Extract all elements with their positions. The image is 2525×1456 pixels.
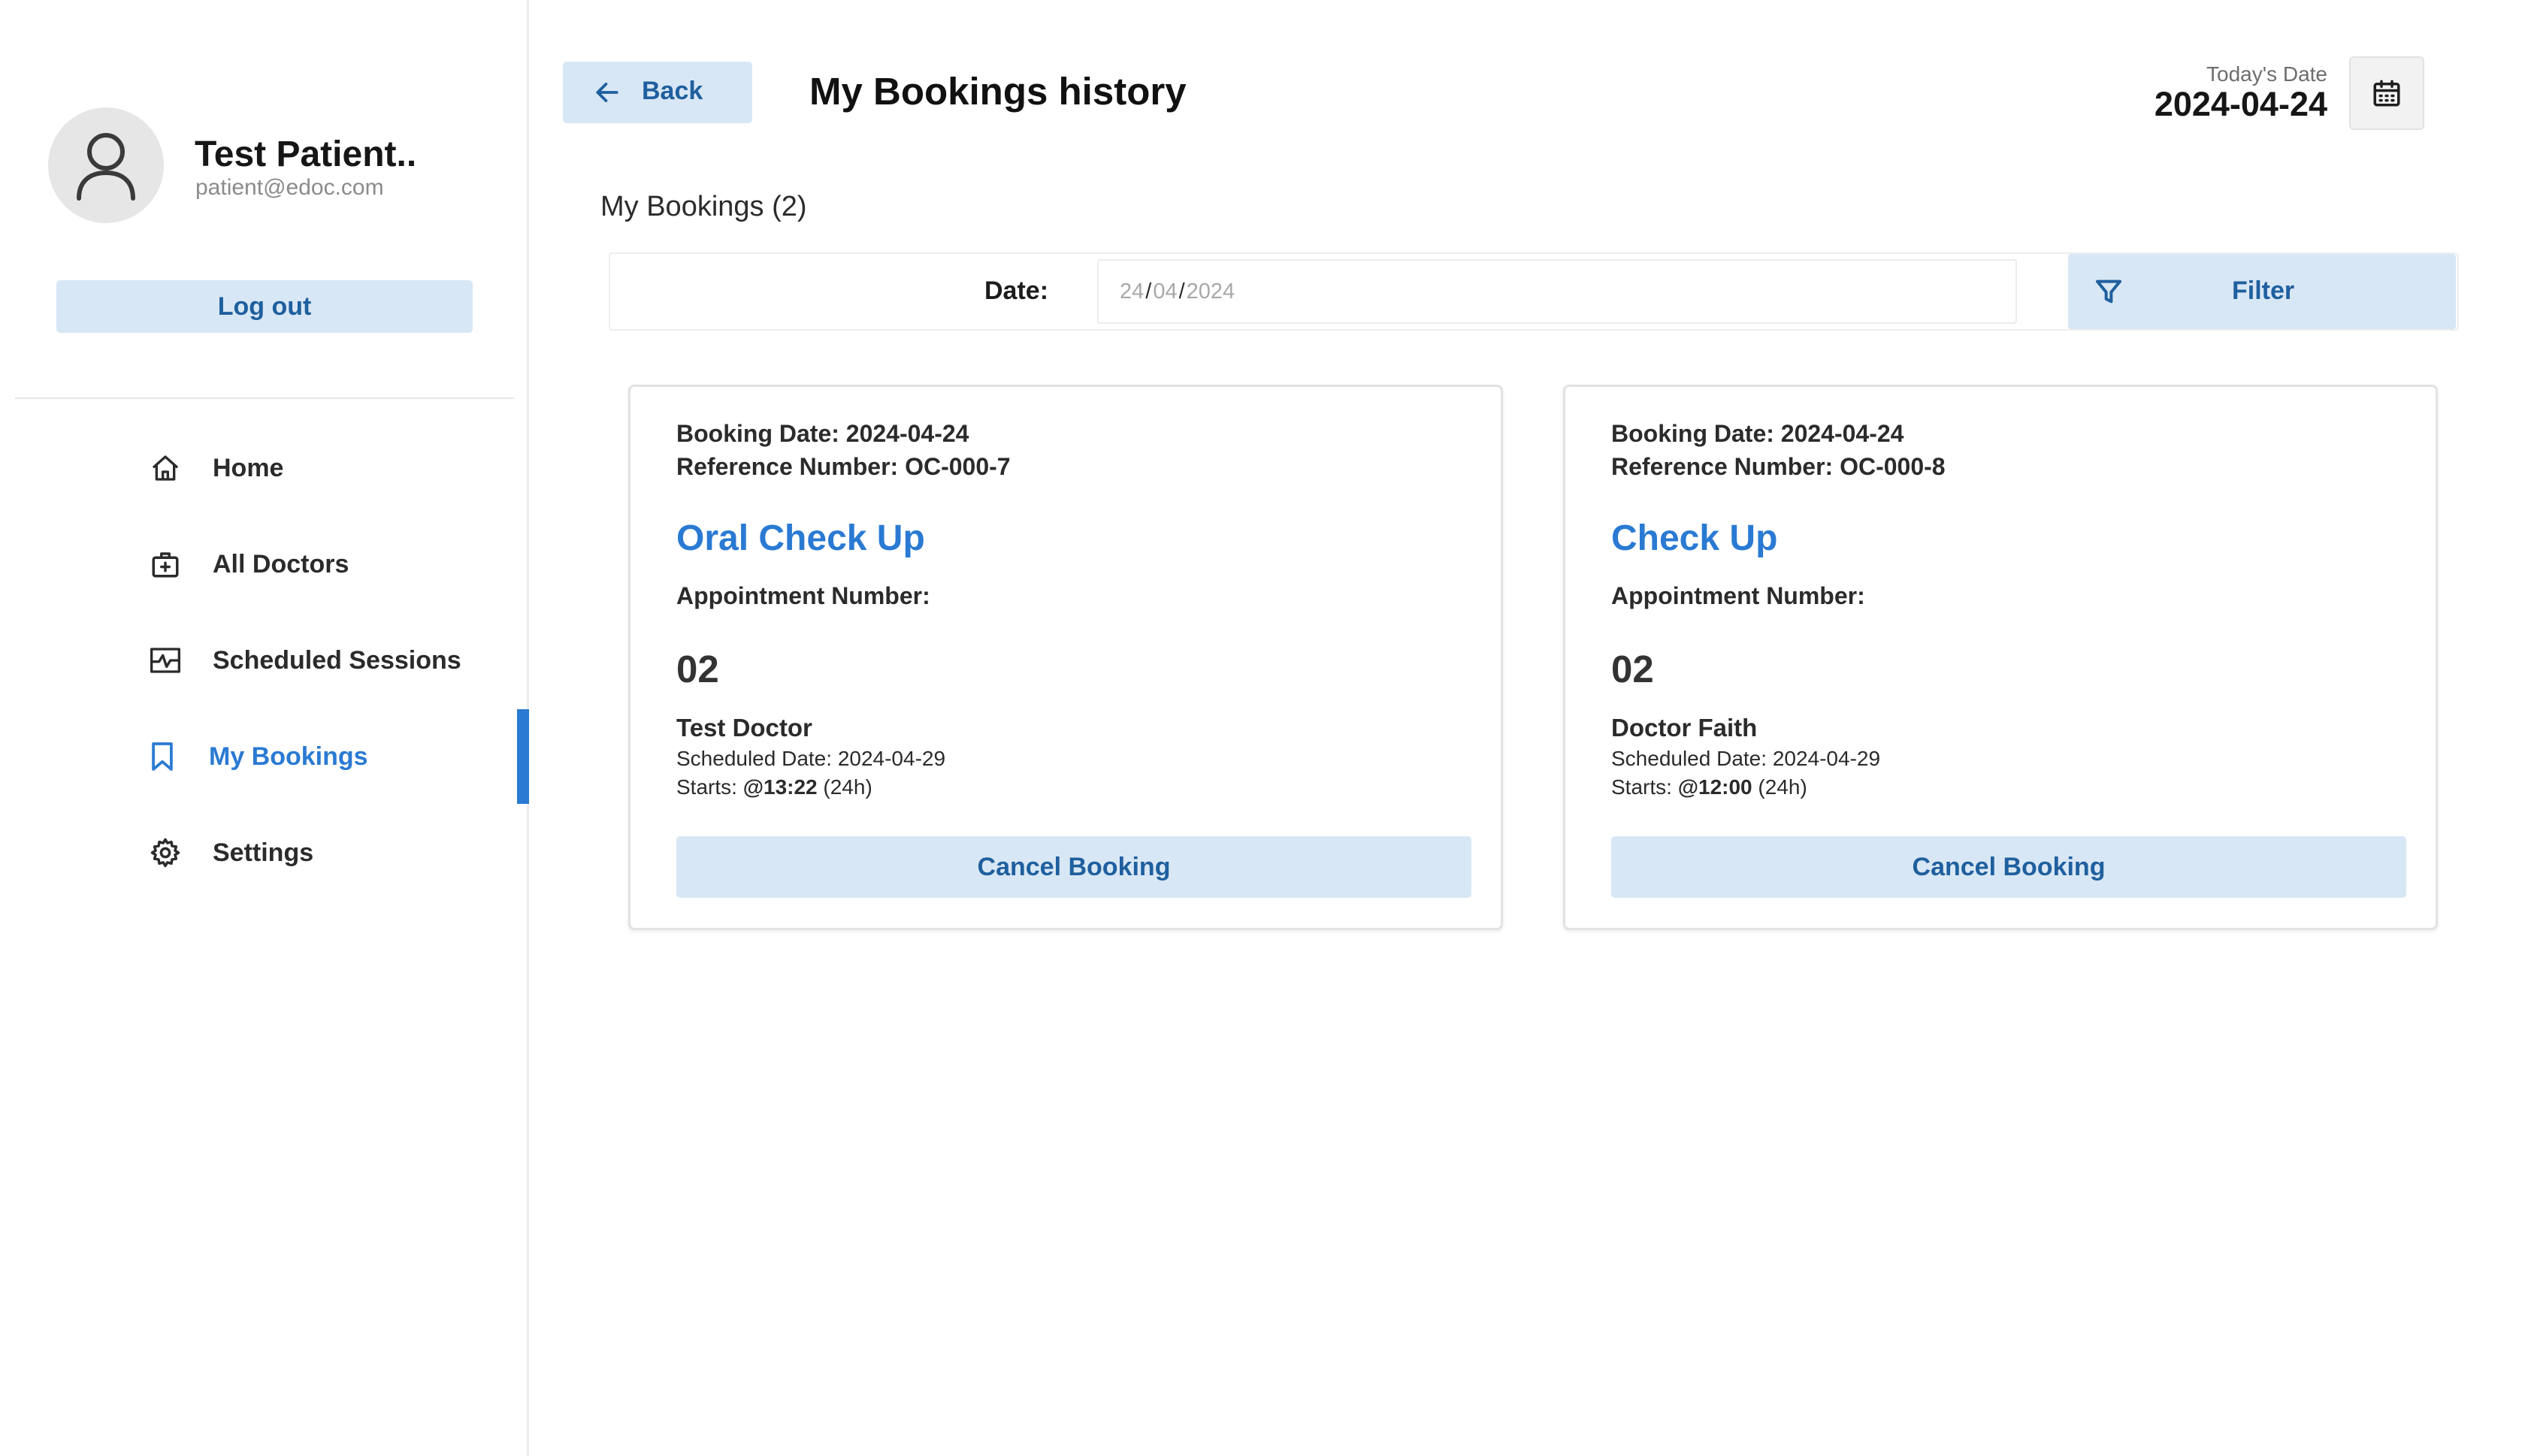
session-title: Check Up (1611, 518, 1778, 558)
sidebar-item-label: All Doctors (213, 549, 349, 578)
sidebar-item-label: My Bookings (209, 742, 368, 771)
booking-date: Booking Date: 2024-04-24 (1611, 420, 1904, 447)
arrow-left-icon (593, 78, 621, 113)
sidebar-item-all-doctors[interactable]: All Doctors (0, 527, 529, 602)
appointment-number: 02 (676, 648, 719, 690)
calendar-button[interactable] (2349, 56, 2424, 130)
session-title: Oral Check Up (676, 518, 925, 558)
date-separator: / (1145, 279, 1152, 304)
appointment-number-label: Appointment Number: (1611, 582, 1865, 609)
bookings-section-title: My Bookings (2) (600, 191, 807, 222)
schedule-icon (147, 642, 183, 678)
today-date-value: 2024-04-24 (2154, 85, 2327, 123)
booking-date: Booking Date: 2024-04-24 (676, 420, 969, 447)
gear-icon (147, 835, 183, 871)
sidebar-item-home[interactable]: Home (0, 430, 529, 506)
date-filter-input[interactable]: 24/04/2024 (1097, 259, 2017, 324)
booking-card: Booking Date: 2024-04-24 Reference Numbe… (628, 385, 1503, 930)
doctor-name: Test Doctor (676, 714, 812, 742)
filter-button[interactable]: Filter (2068, 254, 2456, 329)
booking-card: Booking Date: 2024-04-24 Reference Numbe… (1563, 385, 2438, 930)
sidebar: Test Patient.. patient@edoc.com Log out … (0, 0, 529, 1456)
doctor-name: Doctor Faith (1611, 714, 1758, 742)
back-label: Back (642, 77, 703, 105)
start-time: Starts: @13:22 (24h) (676, 775, 872, 799)
sidebar-item-label: Settings (213, 838, 314, 867)
scheduled-date: Scheduled Date: 2024-04-29 (676, 747, 946, 770)
profile-name: Test Patient.. (195, 134, 417, 174)
home-icon (147, 450, 183, 486)
avatar (48, 107, 164, 223)
start-time-prefix: Starts: (676, 775, 743, 799)
sidebar-item-scheduled-sessions[interactable]: Scheduled Sessions (0, 623, 529, 698)
date-filter-label: Date: (984, 276, 1049, 305)
appointment-number-label: Appointment Number: (676, 582, 930, 609)
sidebar-item-label: Home (213, 453, 284, 482)
cancel-booking-button[interactable]: Cancel Booking (1611, 836, 2406, 898)
cancel-booking-button[interactable]: Cancel Booking (676, 836, 1471, 898)
date-day-segment: 24 (1120, 279, 1145, 304)
sidebar-item-settings[interactable]: Settings (0, 815, 529, 890)
filter-icon (2094, 276, 2124, 313)
calendar-icon (2373, 80, 2400, 107)
date-year-segment: 2024 (1186, 279, 1235, 304)
logout-button[interactable]: Log out (56, 280, 473, 333)
start-time-suffix: (24h) (817, 775, 872, 799)
today-date-label: Today's Date (2206, 62, 2327, 86)
doctor-bag-icon (147, 546, 183, 582)
sidebar-divider (15, 397, 514, 399)
user-icon (77, 133, 135, 201)
date-month-segment: 04 (1153, 279, 1178, 304)
sidebar-item-my-bookings[interactable]: My Bookings (0, 709, 529, 804)
date-separator: / (1178, 279, 1185, 304)
sidebar-item-label: Scheduled Sessions (213, 645, 461, 675)
active-indicator (517, 709, 529, 804)
start-time-value: @13:22 (742, 775, 818, 799)
start-time-prefix: Starts: (1611, 775, 1678, 799)
profile-email: patient@edoc.com (195, 175, 384, 200)
bookmark-icon (144, 739, 180, 775)
start-time-suffix: (24h) (1752, 775, 1807, 799)
page-title: My Bookings history (809, 70, 1187, 113)
reference-number: Reference Number: OC-000-8 (1611, 453, 1946, 480)
scheduled-date: Scheduled Date: 2024-04-29 (1611, 747, 1881, 770)
filter-label: Filter (2232, 276, 2295, 305)
appointment-number: 02 (1611, 648, 1654, 690)
back-button[interactable]: Back (563, 62, 752, 123)
start-time: Starts: @12:00 (24h) (1611, 775, 1807, 799)
start-time-value: @12:00 (1677, 775, 1752, 799)
reference-number: Reference Number: OC-000-7 (676, 453, 1011, 480)
